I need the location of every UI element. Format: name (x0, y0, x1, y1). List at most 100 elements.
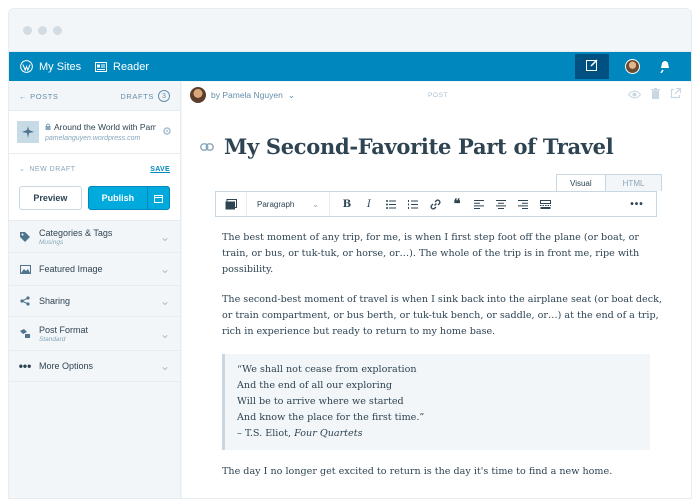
title-row: My Second-Favorite Part of Travel (200, 134, 614, 159)
window-minimize-dot[interactable] (38, 26, 47, 35)
post-sidebar: ← POSTS DRAFTS 3 Around the World with P… (9, 82, 181, 498)
format-select-value: Paragraph (257, 199, 295, 209)
user-avatar[interactable] (625, 59, 640, 74)
post-actions: Preview Publish (9, 184, 180, 221)
attribution-author: – T.S. Eliot, (237, 428, 292, 439)
italic-icon[interactable]: I (358, 192, 380, 216)
chevron-down-icon: ⌄ (159, 326, 170, 341)
section-label: Featured Image (39, 264, 103, 274)
toolbar-divider (329, 192, 330, 216)
publish-button-group: Publish (87, 186, 170, 210)
schedule-calendar-icon[interactable] (147, 187, 169, 209)
author-selector[interactable]: by Pamela Nguyen ⌄ (190, 87, 295, 103)
sidebar-section-sharing[interactable]: Sharing ⌄ (9, 286, 180, 317)
chevron-down-icon[interactable]: ⌄ (19, 165, 25, 173)
quote-line: Will be to arrive where we started (237, 396, 404, 407)
browser-window: My Sites Reader ← POSTS DRAFTS 3 Around … (8, 8, 692, 499)
site-url: pamelanguyen.wordpress.com (45, 135, 141, 142)
chevron-down-icon: ⌄ (159, 359, 170, 373)
tab-html[interactable]: HTML (605, 174, 663, 191)
sidebar-section-more-options[interactable]: ••• More Options ⌄ (9, 351, 180, 382)
new-draft-label: NEW DRAFT (29, 165, 76, 173)
back-to-posts-link[interactable]: ← POSTS (19, 92, 59, 101)
section-label: Categories & Tags (39, 227, 113, 238)
reader-button[interactable]: Reader (95, 52, 149, 81)
window-maximize-dot[interactable] (53, 26, 62, 35)
image-icon (19, 264, 31, 274)
sidebar-header: ← POSTS DRAFTS 3 (9, 82, 180, 110)
section-label: More Options (39, 361, 94, 371)
add-media-icon[interactable] (222, 192, 240, 216)
quote-line: And the end of all our exploring (237, 380, 393, 391)
reader-icon (95, 61, 107, 72)
trash-icon[interactable] (651, 88, 660, 102)
chevron-down-icon: ⌄ (287, 89, 295, 100)
tab-visual[interactable]: Visual (556, 174, 606, 191)
share-icon (19, 296, 31, 306)
reader-label: Reader (113, 60, 150, 73)
write-icon (586, 59, 598, 74)
post-title[interactable]: My Second-Favorite Part of Travel (224, 134, 614, 159)
site-title: Around the World with Pam (54, 122, 156, 132)
my-sites-label: My Sites (39, 60, 82, 73)
section-label: Sharing (39, 296, 71, 306)
editor-mode-tabs: Visual HTML (556, 174, 663, 191)
numbered-list-icon[interactable] (402, 192, 424, 216)
bullet-list-icon[interactable] (380, 192, 402, 216)
section-sub: Musings (39, 238, 64, 246)
quote-attribution: – T.S. Eliot, Four Quartets (237, 426, 638, 442)
paragraph: The day I no longer get excited to retur… (222, 466, 613, 477)
new-draft-row: ⌄ NEW DRAFT SAVE (9, 154, 180, 184)
eye-icon[interactable] (627, 88, 642, 102)
author-avatar (190, 87, 206, 103)
format-icon (19, 328, 31, 339)
blockquote: “We shall not cease from exploration And… (222, 354, 650, 450)
my-sites-button[interactable]: My Sites (20, 52, 81, 81)
arrow-left-icon: ← (19, 91, 28, 101)
paragraph: The best moment of any trip, for me, is … (222, 232, 640, 275)
bold-icon[interactable]: B (336, 192, 358, 216)
save-link[interactable]: SAVE (150, 166, 170, 173)
sidebar-section-featured-image[interactable]: Featured Image ⌄ (9, 253, 180, 286)
attribution-work: Four Quartets (294, 428, 363, 439)
blockquote-icon[interactable]: ❝ (446, 192, 468, 216)
wordpress-icon (20, 60, 33, 73)
notifications-bell-icon[interactable] (659, 59, 671, 76)
align-left-icon[interactable] (468, 192, 490, 216)
masterbar: My Sites Reader (9, 52, 691, 81)
section-sub: Standard (39, 335, 66, 343)
post-content[interactable]: The best moment of any trip, for me, is … (222, 230, 662, 494)
sidebar-section-categories-tags[interactable]: Categories & Tags Musings ⌄ (9, 221, 180, 253)
author-name: by Pamela Nguyen (211, 90, 283, 100)
drafts-link[interactable]: DRAFTS 3 (120, 90, 170, 102)
paragraph-format-select[interactable]: Paragraph ⌄ (253, 192, 323, 216)
quote-line: “We shall not cease from exploration (237, 364, 417, 375)
write-post-button[interactable] (575, 54, 609, 79)
window-titlebar (9, 9, 691, 52)
permalink-icon[interactable] (200, 140, 214, 154)
editor-header: by Pamela Nguyen ⌄ POST (182, 82, 691, 109)
chevron-down-icon: ⌄ (159, 262, 170, 276)
publish-button[interactable]: Publish (89, 187, 147, 209)
preview-button[interactable]: Preview (19, 186, 82, 210)
site-logo-icon (17, 121, 39, 143)
drafts-count-badge: 3 (158, 90, 170, 102)
site-card[interactable]: Around the World with Pam pamelanguyen.w… (9, 110, 180, 154)
post-type-label: POST (428, 92, 449, 99)
toolbar-divider (246, 192, 247, 216)
window-close-dot[interactable] (23, 26, 32, 35)
gear-icon[interactable] (162, 125, 172, 139)
more-tools-icon[interactable]: ••• (624, 192, 650, 216)
read-more-icon[interactable] (534, 192, 556, 216)
link-icon[interactable] (424, 192, 446, 216)
quote-line: And know the place for the first time.” (237, 412, 425, 423)
post-editor: by Pamela Nguyen ⌄ POST My Second-Favori… (182, 82, 691, 498)
align-right-icon[interactable] (512, 192, 534, 216)
ellipsis-icon: ••• (18, 359, 32, 373)
sidebar-section-post-format[interactable]: Post Format Standard ⌄ (9, 317, 180, 351)
external-link-icon[interactable] (670, 87, 682, 102)
align-center-icon[interactable] (490, 192, 512, 216)
section-label: Post Format (39, 324, 89, 335)
chevron-down-icon: ⌄ (312, 199, 319, 209)
formatting-toolbar: Paragraph ⌄ B I ❝ ••• (215, 191, 657, 217)
